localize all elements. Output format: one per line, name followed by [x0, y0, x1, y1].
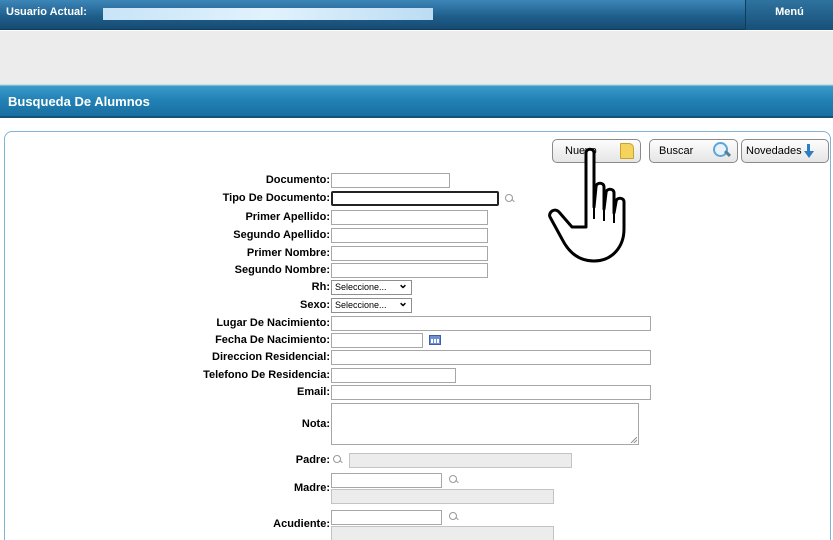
- novedades-label: Novedades: [746, 145, 802, 157]
- arrow-down-icon: [803, 144, 814, 158]
- fecha-nacimiento-label: Fecha De Nacimiento:: [215, 334, 330, 346]
- direccion-label: Direccion Residencial:: [212, 351, 330, 363]
- email-input[interactable]: [331, 385, 651, 400]
- title-bar: Busqueda De Alumnos: [0, 85, 833, 118]
- lugar-nacimiento-input[interactable]: [331, 316, 651, 331]
- documento-label: Documento:: [265, 174, 330, 186]
- current-user-label: Usuario Actual:: [6, 6, 87, 18]
- acudiente-label: Acudiente:: [273, 518, 330, 530]
- tipo-documento-search-icon[interactable]: [505, 194, 515, 204]
- telefono-input[interactable]: [331, 368, 456, 383]
- primer-apellido-input[interactable]: [331, 210, 488, 225]
- segundo-apellido-label: Segundo Apellido:: [233, 229, 330, 241]
- tipo-documento-label: Tipo De Documento:: [222, 192, 330, 204]
- padre-input: [349, 453, 572, 468]
- tipo-documento-input[interactable]: [331, 191, 499, 206]
- buscar-button[interactable]: Buscar: [649, 139, 738, 163]
- page-title: Busqueda De Alumnos: [8, 94, 150, 109]
- nota-textarea[interactable]: [331, 403, 639, 445]
- current-user-value: [103, 8, 433, 20]
- buscar-label: Buscar: [659, 145, 694, 157]
- novedades-button[interactable]: Novedades: [741, 139, 829, 163]
- telefono-label: Telefono De Residencia:: [203, 369, 330, 381]
- madre-label: Madre:: [293, 482, 330, 494]
- acudiente-search-icon[interactable]: [449, 512, 459, 522]
- magnifier-icon: [713, 142, 731, 160]
- calendar-icon[interactable]: [429, 335, 441, 345]
- header-band: [0, 31, 833, 85]
- padre-search-icon[interactable]: [333, 455, 343, 465]
- fecha-nacimiento-input[interactable]: [331, 333, 423, 348]
- rh-select[interactable]: Seleccione...: [331, 278, 412, 295]
- segundo-nombre-label: Segundo Nombre:: [234, 264, 330, 276]
- primer-apellido-label: Primer Apellido:: [245, 211, 330, 223]
- madre-input[interactable]: [331, 473, 442, 488]
- lugar-nacimiento-label: Lugar De Nacimiento:: [216, 317, 330, 329]
- sexo-label: Sexo:: [300, 299, 330, 311]
- acudiente-input[interactable]: [331, 510, 442, 525]
- email-label: Email:: [296, 386, 330, 398]
- menu-button[interactable]: Menú: [745, 0, 833, 30]
- primer-nombre-input[interactable]: [331, 246, 488, 261]
- rh-label: Rh:: [311, 281, 330, 293]
- nota-label: Nota:: [301, 418, 330, 430]
- sexo-select[interactable]: Seleccione...: [331, 296, 412, 313]
- madre-search-icon[interactable]: [449, 475, 459, 485]
- top-bar: Usuario Actual: Menú: [0, 0, 833, 30]
- hand-pointer-icon: [548, 147, 626, 263]
- primer-nombre-label: Primer Nombre:: [246, 247, 330, 259]
- segundo-nombre-input[interactable]: [331, 263, 488, 278]
- madre-name-display: [331, 489, 554, 504]
- documento-input[interactable]: [331, 173, 450, 188]
- direccion-input[interactable]: [331, 350, 651, 365]
- segundo-apellido-input[interactable]: [331, 228, 488, 243]
- acudiente-name-display: [331, 526, 554, 540]
- padre-label: Padre:: [295, 454, 330, 466]
